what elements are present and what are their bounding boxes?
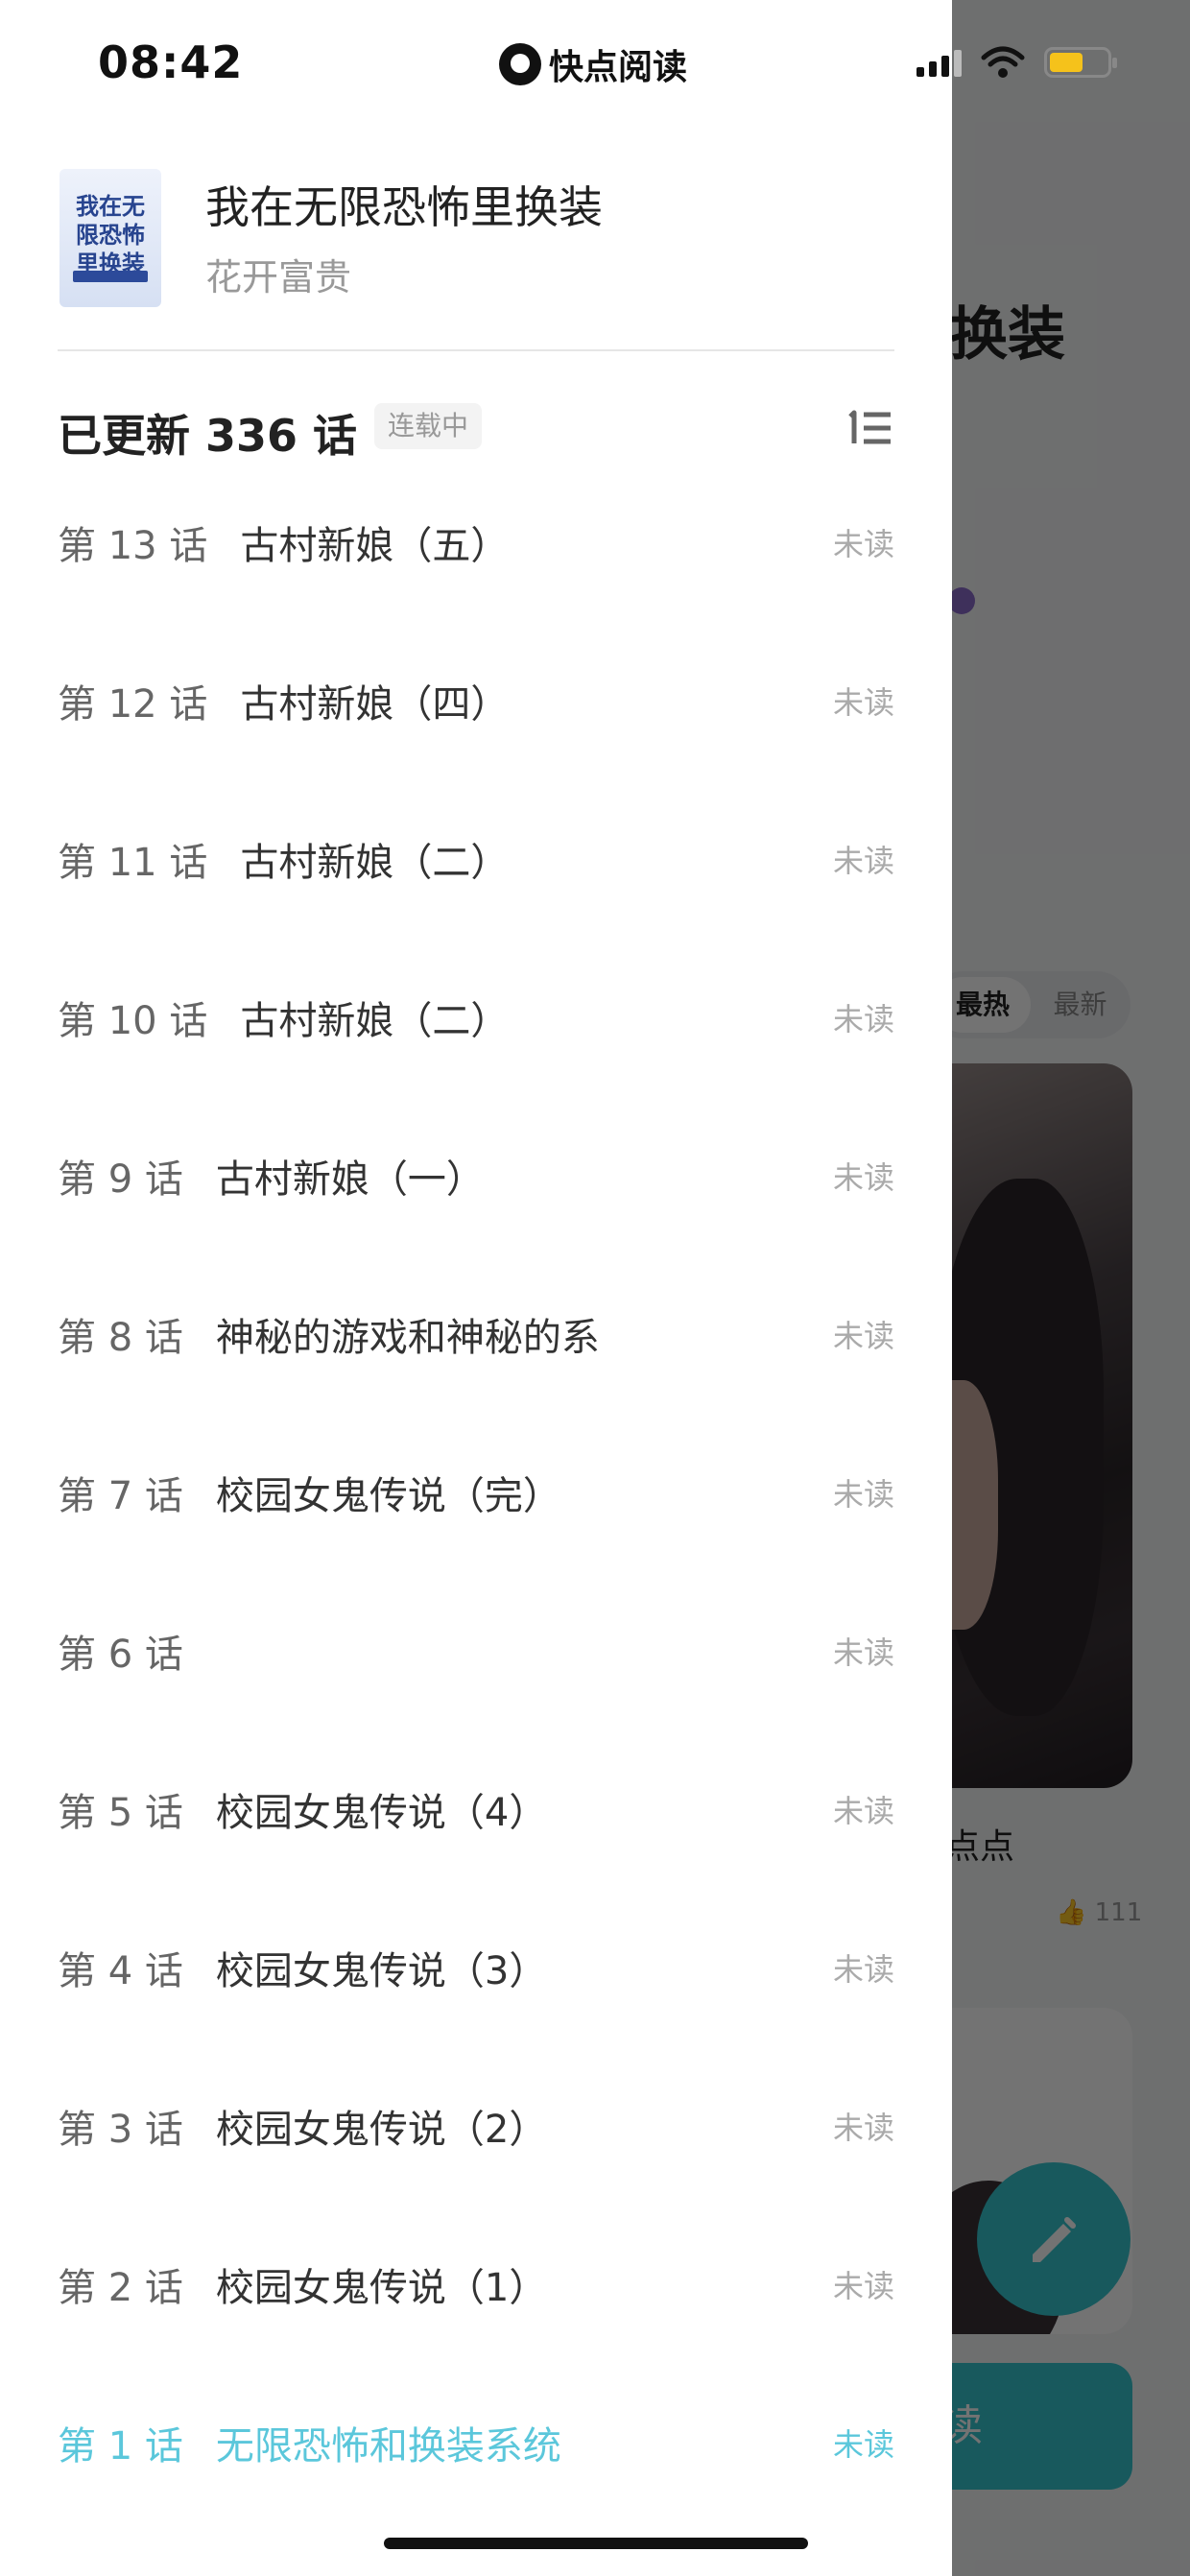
chapter-item[interactable]: 第 8 话神秘的游戏和神秘的系 未读 (58, 1296, 894, 1372)
chapter-item[interactable]: 第 13 话古村新娘（五） 未读 (58, 504, 894, 581)
chapter-item[interactable]: 第 1 话无限恐怖和换装系统 未读 (58, 2404, 894, 2481)
chapter-item[interactable]: 第 7 话校园女鬼传说（完） 未读 (58, 1454, 894, 1531)
chapter-title: 古村新娘（二） (240, 999, 510, 1043)
chapter-number: 第 8 话 (58, 1316, 183, 1360)
chapter-number: 第 12 话 (58, 682, 208, 727)
chapter-title: 无限恐怖和换装系统 (215, 2424, 561, 2469)
chapter-title: 古村新娘（一） (215, 1157, 485, 1202)
chapter-read-status: 未读 (832, 843, 894, 879)
chapter-read-status: 未读 (832, 1318, 894, 1354)
status-icons (916, 46, 1117, 79)
chapter-number: 第 7 话 (58, 1474, 183, 1518)
chapter-title: 神秘的游戏和神秘的系 (215, 1316, 600, 1360)
chapter-number: 第 6 话 (58, 1633, 183, 1677)
cover-title-art: 我在无限恐怖里换装 (76, 193, 145, 277)
chapter-read-status: 未读 (832, 2426, 894, 2463)
status-app-name: 快点阅读 (549, 48, 688, 87)
chapter-read-status: 未读 (832, 1476, 894, 1513)
chapter-number: 第 9 话 (58, 1157, 183, 1202)
chapter-number: 第 4 话 (58, 1949, 183, 1993)
app-logo-icon (499, 43, 541, 85)
chapter-number: 第 5 话 (58, 1791, 183, 1835)
divider (58, 349, 894, 351)
chapter-read-status: 未读 (832, 526, 894, 562)
chapter-number: 第 1 话 (58, 2424, 183, 2469)
chapter-title: 校园女鬼传说（3） (215, 1949, 548, 1993)
chapter-item[interactable]: 第 5 话校园女鬼传说（4） 未读 (58, 1771, 894, 1848)
chapter-number: 第 3 话 (58, 2108, 183, 2152)
catalog-drawer: 08:42 快点阅读 我在无限恐怖里换装 我在无限恐怖里换装 花开富贵 已更新 … (0, 0, 1117, 2576)
chapter-read-status: 未读 (832, 684, 894, 721)
chapter-title: 古村新娘（四） (240, 682, 510, 727)
chapter-item[interactable]: 第 9 话古村新娘（一） 未读 (58, 1137, 894, 1214)
status-app-indicator: 快点阅读 (499, 40, 687, 88)
chapter-number: 第 11 话 (58, 841, 208, 885)
status-time: 08:42 (98, 36, 244, 88)
book-cover[interactable]: 我在无限恐怖里换装 (60, 169, 161, 307)
chapter-read-status: 未读 (832, 1951, 894, 1988)
chapter-item[interactable]: 第 3 话校园女鬼传说（2） 未读 (58, 2087, 894, 2164)
chapter-read-status: 未读 (832, 1001, 894, 1038)
chapter-title: 校园女鬼传说（2） (215, 2108, 548, 2152)
signal-icon (916, 48, 962, 77)
book-author: 花开富贵 (205, 256, 352, 298)
update-count: 已更新 336 话 (58, 410, 358, 462)
chapter-item[interactable]: 第 2 话校园女鬼传说（1） 未读 (58, 2246, 894, 2323)
chapter-title: 校园女鬼传说（4） (215, 1791, 548, 1835)
chapter-title: 校园女鬼传说（1） (215, 2266, 548, 2310)
wifi-icon (981, 46, 1025, 78)
chapter-title: 校园女鬼传说（完） (215, 1474, 561, 1518)
cover-decoration (73, 271, 148, 282)
chapter-item[interactable]: 第 10 话古村新娘（二） 未读 (58, 979, 894, 1056)
chapter-read-status: 未读 (832, 1793, 894, 1829)
sort-order-icon[interactable] (845, 409, 894, 447)
chapter-item[interactable]: 第 6 话 未读 (58, 1612, 894, 1689)
chapter-read-status: 未读 (832, 1634, 894, 1671)
chapter-read-status: 未读 (832, 2268, 894, 2304)
chapter-number: 第 13 话 (58, 524, 208, 568)
status-badge: 连载中 (374, 403, 483, 449)
chapter-title: 古村新娘（二） (240, 841, 510, 885)
chapter-read-status: 未读 (832, 1159, 894, 1196)
home-indicator (384, 2538, 808, 2549)
book-title: 我在无限恐怖里换装 (205, 181, 603, 233)
chapter-number: 第 2 话 (58, 2266, 183, 2310)
chapter-read-status: 未读 (832, 2110, 894, 2146)
chapter-title: 古村新娘（五） (240, 524, 510, 568)
chapter-item[interactable]: 第 4 话校园女鬼传说（3） 未读 (58, 1929, 894, 2006)
battery-icon (1044, 47, 1117, 78)
chapter-item[interactable]: 第 11 话古村新娘（二） 未读 (58, 821, 894, 897)
chapter-item[interactable]: 第 12 话古村新娘（四） 未读 (58, 662, 894, 739)
chapter-number: 第 10 话 (58, 999, 208, 1043)
